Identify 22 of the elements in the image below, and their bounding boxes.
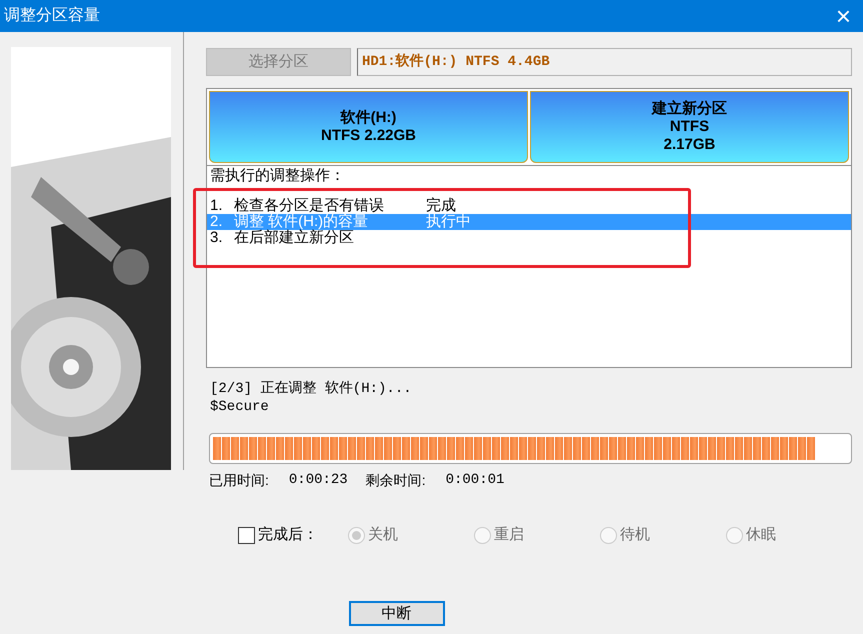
status-text: [2/3] 正在调整 软件(H:)... bbox=[209, 380, 413, 398]
time-label: 已用时间: bbox=[209, 471, 269, 490]
operation-item[interactable]: 2. 调整 软件(H:)的容量 执行中 bbox=[207, 214, 851, 230]
operation-item[interactable]: 3. 在后部建立新分区 bbox=[207, 230, 851, 246]
partition-label: 2.17GB bbox=[664, 136, 716, 154]
status-text: $Secure bbox=[209, 398, 270, 416]
operations-heading: 需执行的调整操作： bbox=[209, 168, 346, 184]
partition-label: 软件(H:) bbox=[340, 109, 396, 127]
partition-block[interactable]: 软件(H:) NTFS 2.22GB bbox=[209, 91, 528, 163]
partition-label: 建立新分区 bbox=[652, 100, 727, 118]
partition-label: NTFS bbox=[670, 118, 710, 136]
time-value: 0:00:01 bbox=[446, 471, 504, 490]
partition-label: NTFS 2.22GB bbox=[320, 127, 416, 145]
time-value: 0:00:23 bbox=[288, 471, 348, 490]
disk-info-field: HD1:软件(H:) NTFS 4.4GB bbox=[357, 48, 852, 76]
time-label: 剩余时间: bbox=[366, 471, 426, 490]
abort-button[interactable]: 中断 bbox=[348, 600, 444, 626]
operation-item[interactable]: 1. 检查各分区是否有错误 完成 bbox=[207, 198, 851, 214]
partition-block[interactable]: 建立新分区 NTFS 2.17GB bbox=[530, 91, 849, 163]
close-button[interactable]: × bbox=[836, 3, 851, 29]
after-done-checkbox[interactable]: 完成后： bbox=[238, 524, 348, 546]
window-title: 调整分区容量 bbox=[4, 6, 100, 26]
